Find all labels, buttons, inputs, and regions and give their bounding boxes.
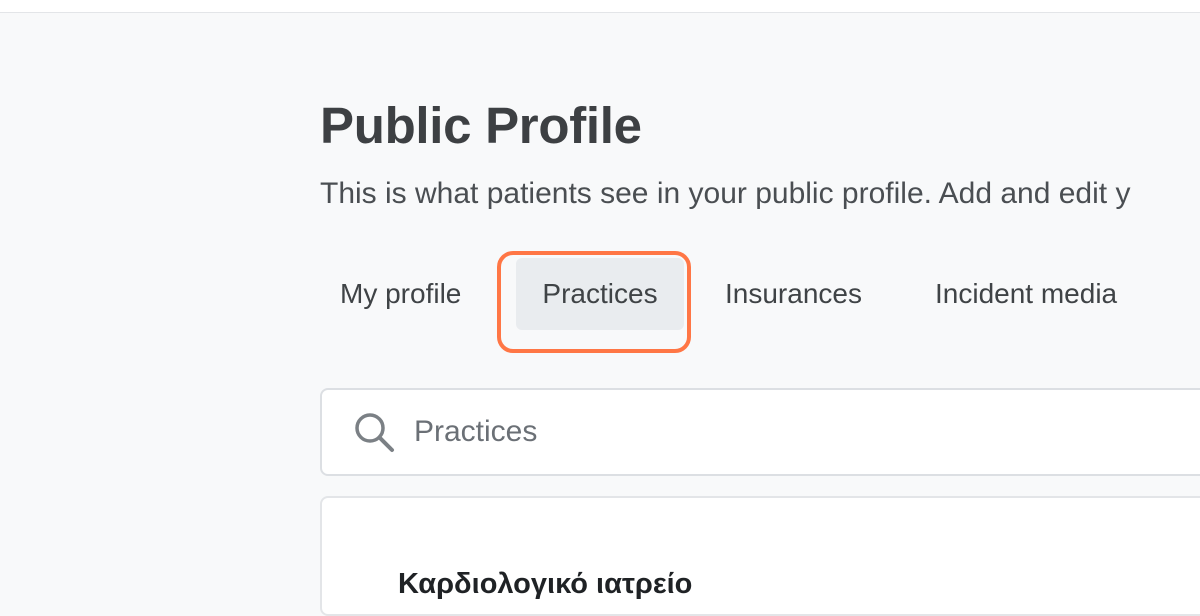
page-title: Public Profile xyxy=(320,97,642,154)
practice-card[interactable]: Καρδιολογικό ιατρείο xyxy=(320,496,1200,616)
tab-incident-media[interactable]: Incident media xyxy=(935,257,1117,331)
tab-insurances[interactable]: Insurances xyxy=(725,257,862,331)
search-input[interactable] xyxy=(414,390,1194,474)
search-icon xyxy=(355,413,394,452)
practice-name: Καρδιολογικό ιατρείο xyxy=(398,568,693,600)
tab-my-profile[interactable]: My profile xyxy=(340,257,461,331)
page-subtitle: This is what patients see in your public… xyxy=(320,177,1131,210)
search-box[interactable] xyxy=(320,388,1200,476)
main-content: Public Profile This is what patients see… xyxy=(320,12,1200,616)
tab-practices[interactable]: Practices xyxy=(516,258,684,330)
